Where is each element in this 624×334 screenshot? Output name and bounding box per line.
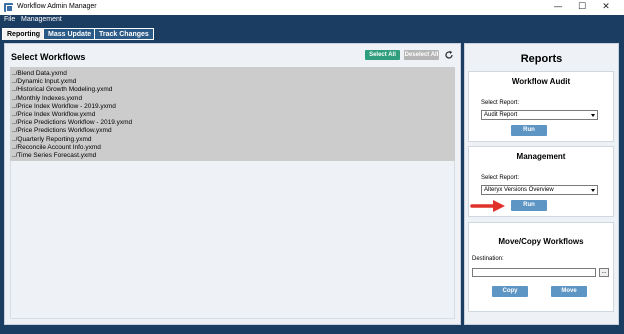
workflow-list-item[interactable]: ../Price Predictions Workflow.yxmd (12, 127, 112, 134)
management-select-label: Select Report: (481, 175, 520, 181)
select-all-button[interactable]: Select All (365, 50, 400, 60)
workflow-list-item[interactable]: ../Price Predictions Workflow - 2019.yxm… (12, 119, 132, 126)
workflow-list-item[interactable]: ../Reconcile Account Info.yxmd (12, 144, 101, 151)
workflow-list-item[interactable]: ../Monthly Indexes.yxmd (12, 95, 82, 102)
minimize-button[interactable]: — (546, 0, 570, 15)
workflow-list-item[interactable]: ../Blend Data.yxmd (12, 70, 67, 77)
tab-strip: Reporting Mass Update Track Changes (0, 26, 624, 40)
move-copy-title: Move/Copy Workflows (498, 237, 584, 246)
title-bar: Workflow Admin Manager — ☐ ✕ (0, 0, 624, 15)
status-bar (0, 328, 624, 334)
menu-bar: File Management (0, 15, 624, 26)
management-report-select[interactable]: Alteryx Versions Overview (481, 185, 598, 195)
chevron-down-icon (591, 114, 595, 117)
workflow-list-item[interactable]: ../Historical Growth Modeling.yxmd (12, 86, 112, 93)
app-icon (4, 3, 13, 12)
deselect-all-button[interactable]: Deselect All (404, 50, 439, 60)
management-selected-value: Alteryx Versions Overview (484, 187, 554, 193)
workflow-list-item[interactable]: ../Dynamic Input.yxmd (12, 78, 76, 85)
management-run-button[interactable]: Run (511, 200, 547, 211)
management-title: Management (516, 152, 566, 161)
workflow-list-item[interactable]: ../Time Series Forecast.yxmd (12, 152, 96, 159)
workflow-audit-title: Workflow Audit (511, 77, 571, 86)
workflow-audit-selected-value: Audit Report (484, 112, 518, 118)
browse-button[interactable]: ... (599, 268, 609, 277)
tab-mass-update[interactable]: Mass Update (43, 28, 97, 40)
destination-label: Destination: (472, 256, 504, 262)
select-workflows-title: Select Workflows (11, 52, 86, 62)
close-button[interactable]: ✕ (594, 0, 618, 15)
tab-track-changes[interactable]: Track Changes (94, 28, 154, 40)
workflow-audit-select-label: Select Report: (481, 100, 520, 106)
move-copy-card (468, 222, 614, 312)
copy-button[interactable]: Copy (492, 286, 528, 297)
tab-reporting[interactable]: Reporting (2, 28, 46, 40)
destination-input[interactable] (472, 268, 596, 277)
maximize-button[interactable]: ☐ (570, 0, 594, 15)
window-title: Workflow Admin Manager (17, 3, 97, 10)
menu-file[interactable]: File (4, 16, 15, 23)
menu-management[interactable]: Management (21, 16, 62, 23)
chevron-down-icon (591, 189, 595, 192)
move-button[interactable]: Move (551, 286, 587, 297)
workflow-audit-run-button[interactable]: Run (511, 125, 547, 136)
red-arrow-icon (470, 200, 505, 212)
workflow-list-item[interactable]: ../Price Index Workflow.yxmd (12, 111, 95, 118)
workflow-audit-report-select[interactable]: Audit Report (481, 110, 598, 120)
workflow-list-item[interactable]: ../Price Index Workflow - 2019.yxmd (12, 103, 116, 110)
reports-title: Reports (520, 53, 563, 65)
workflow-list-item[interactable]: ../Quarterly Reporting.yxmd (12, 136, 91, 143)
refresh-icon[interactable] (444, 50, 454, 60)
